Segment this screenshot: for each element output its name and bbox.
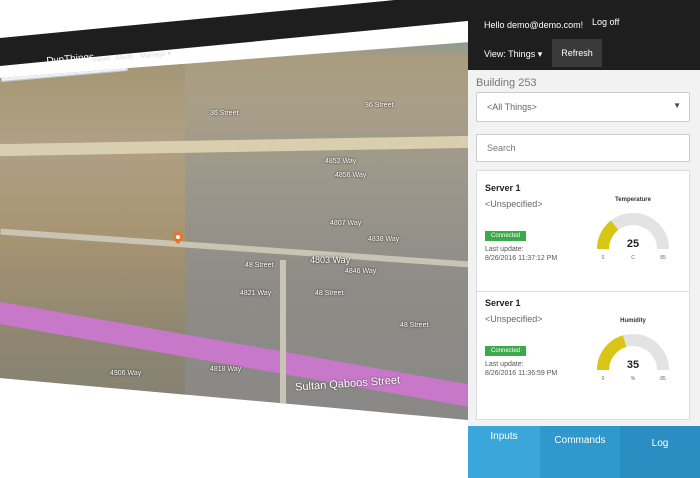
temperature-gauge: Temperature 25 0 C 85 <box>593 197 673 261</box>
device-name[interactable]: Server 1 <box>485 183 521 193</box>
location-title: Building 253 <box>476 77 537 89</box>
gauge-fill <box>597 220 619 250</box>
gauge-max: 85 <box>660 255 666 261</box>
thing-filter-value: <All Things> <box>487 102 537 112</box>
street-label: 36 Street <box>365 102 394 109</box>
gauge-unit: % <box>631 376 636 382</box>
chevron-down-icon: ▼ <box>673 101 681 110</box>
street-label: 48 Street <box>245 262 274 269</box>
view-dropdown[interactable]: View: Things ▾ <box>484 49 542 60</box>
nav-alerts[interactable]: Alerts <box>115 53 133 62</box>
street-label: 4838 Way <box>368 236 400 243</box>
app-window: 36 Street 36 Street 4852 Way 4856 Way 48… <box>0 0 700 478</box>
street-label: 4803 Way <box>310 255 351 265</box>
nav-manage[interactable]: Manage ▾ <box>140 49 171 60</box>
gauge-unit: C <box>631 255 635 261</box>
thing-filter-select[interactable]: <All Things> ▼ <box>476 92 690 122</box>
tab-commands[interactable]: Commands <box>540 426 620 478</box>
last-update-label: Last update: <box>485 246 524 253</box>
device-description: <Unspecified> <box>485 314 543 324</box>
gauge-dial: 35 0 % 85 <box>597 334 669 382</box>
status-badge: Connected <box>485 346 527 356</box>
view-dropdown-label: View: Things <box>484 49 536 59</box>
street-label: 4856 Way <box>335 172 367 179</box>
gauge-min: 0 <box>602 255 605 261</box>
gauge-value: 25 <box>627 238 639 250</box>
device-name[interactable]: Server 1 <box>485 298 521 308</box>
last-update: Last update: 8/26/2016 11:36:59 PM <box>485 360 565 378</box>
tab-log[interactable]: Log <box>620 426 700 478</box>
map-view[interactable]: 36 Street 36 Street 4852 Way 4856 Way 48… <box>0 42 470 420</box>
street-label: 4818 Way <box>210 366 242 373</box>
street-label: 48 Street <box>400 322 429 329</box>
gauge-value: 35 <box>627 359 639 371</box>
tab-inputs[interactable]: Inputs <box>468 426 540 478</box>
last-update-time: 8/26/2016 11:36:59 PM <box>485 370 558 377</box>
street-label: 4807 Way <box>330 220 362 227</box>
logoff-link[interactable]: Log off <box>592 17 619 27</box>
user-greeting: Hello demo@demo.com! <box>484 20 584 30</box>
street-label: 48 Street <box>315 290 344 297</box>
street-label: 4821 Way <box>240 290 272 297</box>
last-update-time: 8/26/2016 11:37:12 PM <box>485 255 558 262</box>
street-label: 4846 Way <box>345 268 377 275</box>
street-label: 4852 Way <box>325 158 357 165</box>
device-description: <Unspecified> <box>485 199 543 209</box>
gauge-min: 0 <box>602 376 605 382</box>
nav-manage-label: Manage <box>140 50 166 60</box>
search-field[interactable] <box>476 134 690 162</box>
status-badge: Connected <box>485 231 527 241</box>
zoom-icon[interactable]: ⊕ ⊖ ▣ ⊞ <box>5 67 31 76</box>
nav-views[interactable]: Views <box>92 55 111 64</box>
refresh-button[interactable]: Refresh <box>552 39 602 67</box>
road <box>280 260 286 410</box>
humidity-gauge: Humidity 35 0 % 85 <box>593 318 673 382</box>
last-update: Last update: 8/26/2016 11:37:12 PM <box>485 245 565 263</box>
device-card[interactable]: Server 1 <Unspecified> Connected Last up… <box>477 171 689 289</box>
gauge-fill <box>597 335 627 371</box>
search-input[interactable] <box>485 135 679 161</box>
location-pin-icon[interactable] <box>173 232 183 244</box>
device-card[interactable]: Server 1 <Unspecified> Connected Last up… <box>477 291 689 410</box>
last-update-label: Last update: <box>485 361 524 368</box>
device-list: Server 1 <Unspecified> Connected Last up… <box>476 170 690 420</box>
bottom-tabs: Inputs Commands Log <box>468 426 700 478</box>
gauge-dial: 25 0 C 85 <box>597 213 669 261</box>
street-label: 4906 Way <box>110 370 142 377</box>
gauge-max: 85 <box>660 376 666 382</box>
street-label: 36 Street <box>210 110 239 117</box>
